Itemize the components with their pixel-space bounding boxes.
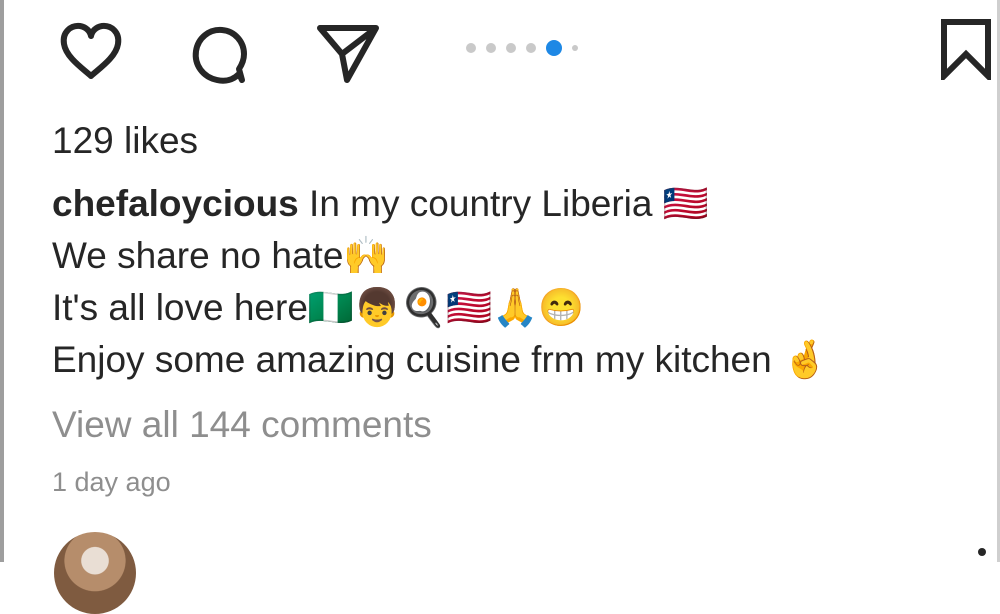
carousel-dot-active [546,40,562,56]
post-timestamp: 1 day ago [52,467,171,497]
carousel-dot [526,43,536,53]
view-comments-link[interactable]: View all 144 comments [52,404,432,446]
caption-username[interactable]: chefaloycious [52,183,299,224]
carousel-dot [572,45,578,51]
caption-line-2: We share no hate🙌 [52,235,390,276]
carousel-indicator [466,40,578,56]
carousel-dot [486,43,496,53]
more-options-icon[interactable] [978,548,986,556]
likes-count[interactable]: 129 likes [52,120,198,162]
share-icon[interactable] [314,22,382,86]
caption-line-4: Enjoy some amazing cuisine frm my kitche… [52,339,829,380]
heart-icon[interactable] [56,20,126,82]
comment-icon[interactable] [184,22,252,88]
caption-text-line-1: In my country Liberia 🇱🇷 [298,183,709,224]
caption-line-3: It's all love here🇳🇬👦🍳🇱🇷🙏😁 [52,287,585,328]
post-caption: chefaloycious In my country Liberia 🇱🇷 W… [52,178,828,386]
carousel-dot [466,43,476,53]
comment-avatar[interactable] [54,532,136,614]
carousel-dot [506,43,516,53]
post-action-bar [0,0,1000,110]
caption-line-1: chefaloycious In my country Liberia 🇱🇷 [52,178,828,230]
bookmark-icon[interactable] [940,18,992,80]
